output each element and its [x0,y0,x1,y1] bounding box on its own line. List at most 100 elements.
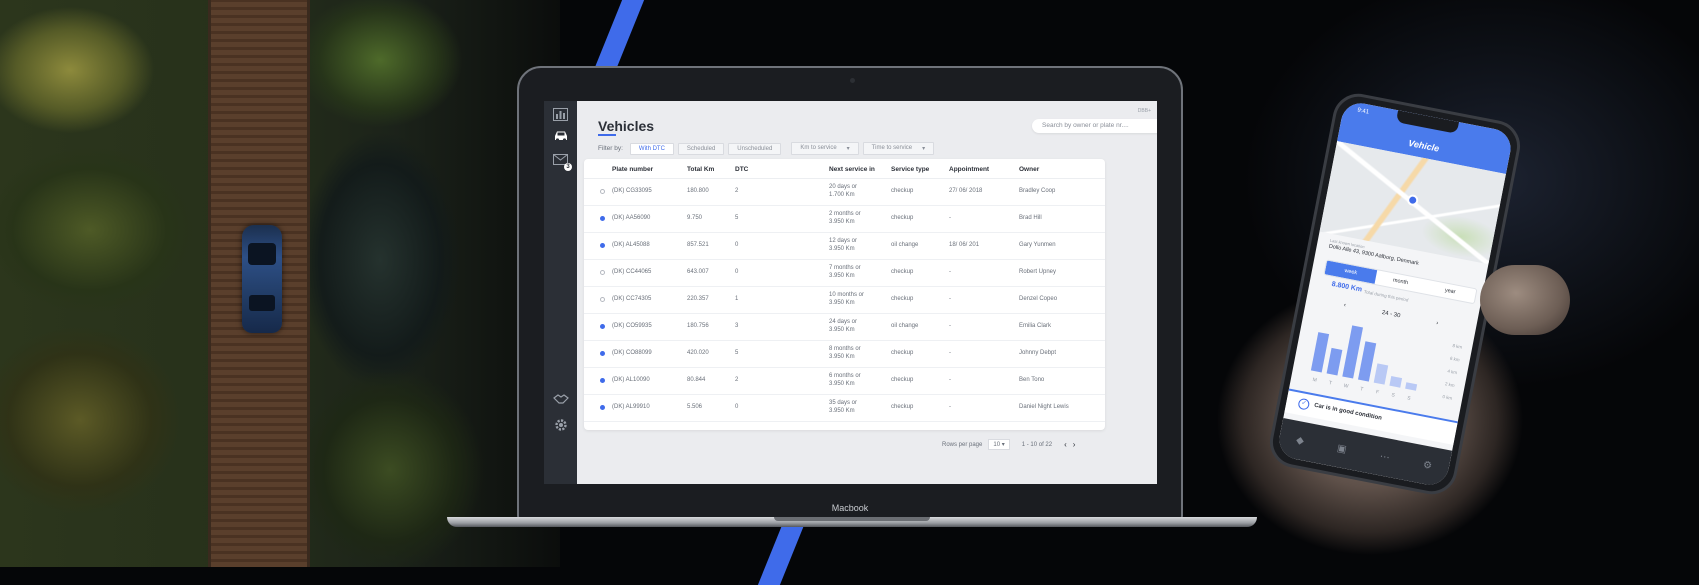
status-dot [600,270,605,275]
next-service-km: 3.950 Km [829,246,855,252]
next-service-km: 3.950 Km [829,219,855,225]
car-icon[interactable] [552,129,569,146]
table-row[interactable]: (DK) CC44065 643.007 0 7 months or 3.950 Km c… [584,259,1105,287]
status-dot [600,297,605,302]
table-row[interactable]: (DK) CO88099 420.020 5 8 months or 3.950 Km c… [584,340,1105,368]
table-row[interactable]: (DK) AL45088 857.521 0 12 days or 3.950 Km oi… [584,232,1105,260]
chart-bar [1326,347,1343,376]
vehicle-icon[interactable]: ▣ [1336,442,1347,455]
chart-bar [1310,332,1330,373]
filter-with-dtc[interactable]: With DTC [629,142,674,155]
status-text: Car is in good condition [1313,402,1383,422]
filter-scheduled[interactable]: Scheduled [677,142,725,155]
thumb [1480,265,1570,335]
owner-cell: Emilia Clark [1019,323,1052,329]
chart-bar [1405,382,1418,391]
chevron-down-icon: ▾ [846,146,850,152]
rows-per-page-select[interactable]: 10 ▾ [988,439,1010,450]
column-header[interactable]: Appointment [949,166,989,173]
search-input[interactable]: Search by owner or plate nr.... ⚲ [1032,119,1157,133]
appointment-cell: - [949,350,951,356]
appointment-cell: - [949,404,951,410]
km-cell: 857.521 [687,242,709,248]
rows-per-page-value: 10 [993,442,1001,448]
next-service-km: 3.950 Km [829,408,855,414]
next-service-cell: 10 months or [829,292,865,298]
dtc-cell: 5 [735,215,739,221]
prev-range-button[interactable]: ‹ [1343,303,1346,309]
owner-cell: Johnny Debpt [1019,350,1057,356]
status-dot [600,351,605,356]
service-type-cell: checkup [891,377,914,383]
table-header: Plate number Total Km DTC Next service i… [584,159,1105,179]
prev-page-button[interactable]: ‹ [1064,440,1067,449]
column-header[interactable]: Service type [891,166,929,173]
next-service-cell: 12 days or [829,238,858,244]
appointment-cell: - [949,269,951,275]
dtc-cell: 0 [735,269,739,275]
filter-bar: Filter by: With DTC Scheduled Unschedule… [598,142,935,155]
main-panel: Vehicles DBB+ Search by owner or plate n… [577,101,1157,484]
appointment-cell: - [949,377,951,383]
rows-per-page-label: Rows per page [942,441,983,448]
plate-cell: (DK) CO88099 [612,350,652,356]
bar-chart-icon[interactable] [552,108,569,125]
chart-day-label: T [1360,386,1364,392]
next-page-button[interactable]: › [1073,440,1076,449]
table-row[interactable]: (DK) AL10090 80.844 2 6 months or 3.950 Km ch… [584,367,1105,395]
gear-icon[interactable]: ⚙ [1422,459,1433,472]
service-type-cell: oil change [891,323,919,329]
next-service-km: 3.950 Km [829,327,855,333]
handshake-icon[interactable] [552,392,569,409]
service-type-cell: checkup [891,296,914,302]
table-row[interactable]: (DK) CC74305 220.357 1 10 months or 3.950 Km… [584,286,1105,314]
dtc-cell: 5 [735,350,739,356]
column-header[interactable]: DTC [735,166,748,173]
column-header[interactable]: Plate number [612,166,653,173]
next-service-km: 3.950 Km [829,381,855,387]
next-service-cell: 2 months or [829,211,861,217]
next-service-km: 3.950 Km [829,300,855,306]
laptop-base [447,517,1257,527]
service-type-cell: checkup [891,188,914,194]
location-marker-icon [1406,193,1420,207]
tab-month[interactable]: month [1374,270,1426,293]
status-dot [600,324,605,329]
owner-cell: Denzel Copeo [1019,296,1058,302]
owner-cell: Robert Upney [1019,269,1057,275]
appointment-cell: - [949,296,951,302]
owner-cell: Daniel Night Lewis [1019,404,1069,410]
chart-day-label: F [1375,389,1379,395]
service-type-cell: checkup [891,215,914,221]
camera [850,78,855,83]
chart-tick-label: 6 km [1450,356,1461,363]
plate-cell: (DK) CC74305 [612,296,652,302]
time-to-service-dropdown[interactable]: Time to service ▾ [862,142,935,155]
column-header[interactable]: Owner [1019,166,1039,173]
dtc-cell: 1 [735,296,739,302]
next-range-button[interactable]: › [1436,320,1439,326]
table-row[interactable]: (DK) CG33095 180.800 2 20 days or 1.700 Km ch… [584,178,1105,206]
column-header[interactable]: Total Km [687,166,714,173]
km-cell: 643.007 [687,269,709,275]
dots-icon[interactable]: ⋯ [1379,451,1391,464]
check-icon: ✓ [1297,397,1311,411]
chart-day-label: S [1407,395,1412,402]
gear-icon[interactable] [552,417,569,434]
next-service-cell: 7 months or [829,265,861,271]
km-to-service-dropdown[interactable]: Km to service ▾ [791,142,859,155]
table-row[interactable]: (DK) AL99910 5.506 0 35 days or 3.950 Km chec… [584,394,1105,422]
column-header[interactable]: Next service in [829,166,875,173]
mail-icon[interactable]: 3 [552,152,572,171]
km-cell: 420.020 [687,350,709,356]
filter-label: Filter by: [598,145,623,152]
tab-year[interactable]: year [1424,280,1476,303]
dashboard-screen: 3 Vehicles DBB+ Search by owner or plate… [544,101,1157,484]
phone-time: 9:41 [1356,107,1370,116]
plate-cell: (DK) AL45088 [612,242,650,248]
table-row[interactable]: (DK) CO59935 180.756 3 24 days or 3.950 Km oi… [584,313,1105,341]
car-icon[interactable]: ◆ [1295,434,1305,446]
filter-unscheduled[interactable]: Unscheduled [728,142,782,155]
table-row[interactable]: (DK) AA56090 9.750 5 2 months or 3.950 Km che… [584,205,1105,233]
vehicles-table: Plate number Total Km DTC Next service i… [584,159,1105,430]
